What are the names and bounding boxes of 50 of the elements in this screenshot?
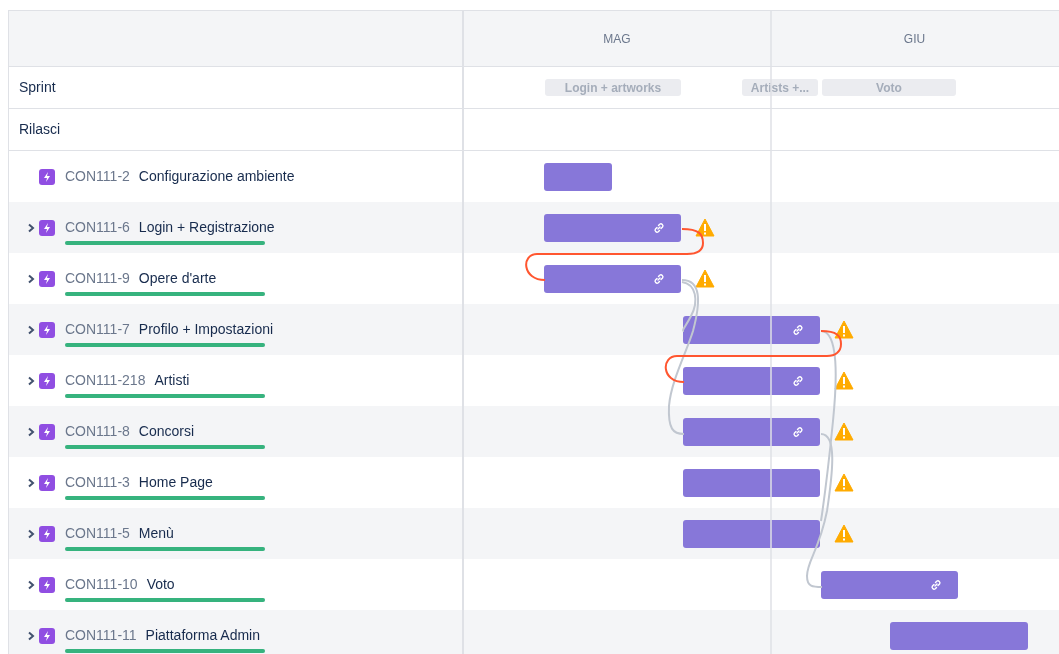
issue-title[interactable]: Opere d'arte: [138, 268, 217, 289]
issue-key[interactable]: CON111-11: [65, 625, 137, 646]
timeline-bar[interactable]: [544, 214, 681, 242]
epic-icon: [39, 576, 55, 593]
chevron-icon[interactable]: [27, 324, 35, 335]
chevron-icon[interactable]: [27, 477, 35, 488]
epic-icon: [39, 219, 55, 236]
issue-key[interactable]: CON111-5: [65, 523, 130, 544]
timeline-bar[interactable]: [683, 367, 820, 395]
timeline-bar[interactable]: [683, 520, 820, 548]
issue-key[interactable]: CON111-3: [65, 472, 130, 493]
epic-icon: [39, 525, 55, 542]
issue-key[interactable]: CON111-10: [65, 574, 138, 595]
epic-icon: [39, 372, 55, 389]
chevron-icon[interactable]: [27, 273, 35, 284]
issue-key[interactable]: CON111-2: [65, 166, 130, 187]
issue-key[interactable]: CON111-218: [65, 370, 146, 391]
epic-icon: [39, 474, 55, 491]
month-label: MAG: [603, 30, 631, 48]
issue-title[interactable]: Menù: [138, 523, 174, 544]
epic-icon: [39, 423, 55, 440]
timeline-bar[interactable]: [544, 265, 681, 293]
issue-title[interactable]: Artisti: [154, 370, 190, 391]
issue-key[interactable]: CON111-8: [65, 421, 130, 442]
chevron-icon[interactable]: [27, 528, 35, 539]
issue-key[interactable]: CON111-6: [65, 217, 130, 238]
issue-title[interactable]: Profilo + Impostazioni: [138, 319, 274, 340]
month-label: GIU: [903, 30, 926, 48]
issue-title[interactable]: Login + Registrazione: [138, 217, 275, 238]
chevron-icon[interactable]: [27, 579, 35, 590]
issue-title[interactable]: Configurazione ambiente: [138, 166, 295, 187]
timeline-bar[interactable]: [683, 418, 820, 446]
timeline-bar[interactable]: [821, 571, 958, 599]
row-label: Sprint: [19, 78, 56, 97]
issue-title[interactable]: Piattaforma Admin: [145, 625, 260, 646]
issue-title[interactable]: Voto: [146, 574, 175, 595]
epic-icon: [39, 321, 55, 338]
issue-title[interactable]: Home Page: [138, 472, 213, 493]
issue-key[interactable]: CON111-7: [65, 319, 130, 340]
row-label: Rilasci: [19, 120, 61, 139]
chevron-icon[interactable]: [27, 630, 35, 641]
epic-icon: [39, 168, 55, 185]
timeline-bar[interactable]: [683, 316, 820, 344]
issue-title[interactable]: Concorsi: [138, 421, 195, 442]
chevron-icon[interactable]: [27, 222, 35, 233]
issue-key[interactable]: CON111-9: [65, 268, 130, 289]
chevron-icon[interactable]: [27, 375, 35, 386]
chevron-icon[interactable]: [27, 426, 35, 437]
epic-icon: [39, 270, 55, 287]
epic-icon: [39, 627, 55, 644]
